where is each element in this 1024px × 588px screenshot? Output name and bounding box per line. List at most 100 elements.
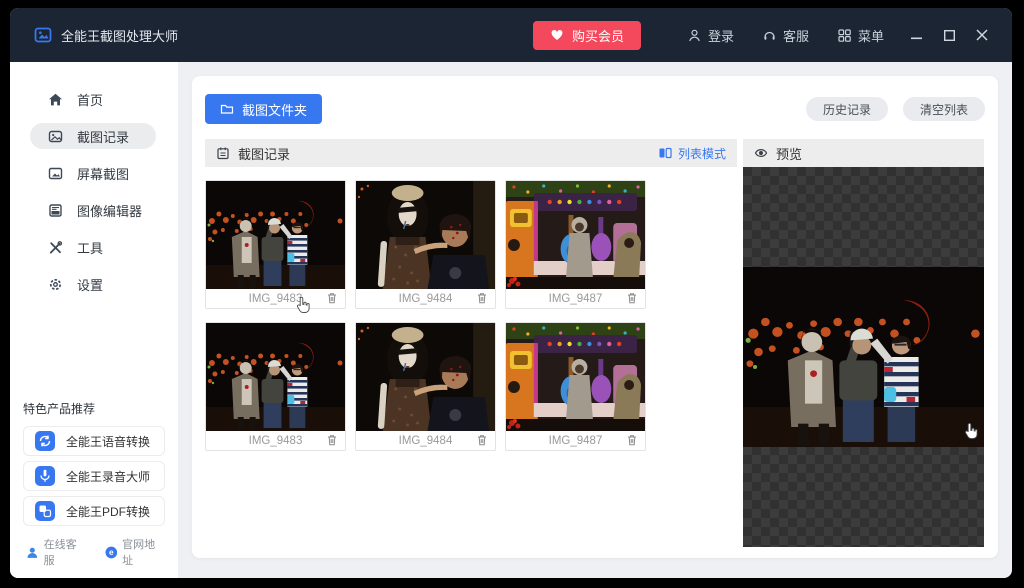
record-filename: IMG_9483: [249, 293, 303, 305]
sidebar-label-home: 首页: [77, 90, 103, 109]
browser-e-icon: e: [105, 546, 118, 559]
records-grid: IMG_9483: [205, 180, 737, 451]
delete-record-button[interactable]: [475, 433, 489, 450]
promo-pdf-converter[interactable]: 全能王PDF转换: [23, 496, 165, 526]
website-link[interactable]: e 官网地址: [105, 536, 166, 568]
record-card[interactable]: IMG_9487: [505, 322, 646, 451]
records-section: 截图记录 列表模式: [205, 139, 737, 547]
promo-recorder-label: 全能王录音大师: [66, 468, 150, 485]
buy-membership-button[interactable]: 购买会员: [533, 21, 641, 50]
toolbar-right: 历史记录 清空列表: [806, 97, 985, 121]
microphone-icon: [35, 466, 55, 486]
promo-title: 特色产品推荐: [23, 400, 165, 417]
promo-pdf-converter-label: 全能王PDF转换: [66, 503, 150, 520]
image-record-icon: [48, 129, 63, 144]
heart-icon: [550, 28, 564, 42]
delete-record-button[interactable]: [625, 433, 639, 450]
promo-voice-converter[interactable]: 全能王语音转换: [23, 426, 165, 456]
titlebar-links: 登录 客服 菜单: [687, 26, 884, 45]
list-mode-label: 列表模式: [678, 145, 726, 162]
titlebar: 全能王截图处理大师 购买会员 登录 客服: [10, 8, 1012, 62]
sidebar-item-home[interactable]: 首页: [30, 86, 156, 112]
sidebar: 首页 截图记录 屏幕截图: [10, 62, 178, 578]
content-panel: 截图文件夹 历史记录 清空列表: [192, 76, 998, 558]
image-editor-icon: [48, 203, 63, 218]
promo-voice-converter-label: 全能王语音转换: [66, 433, 150, 450]
sidebar-item-settings[interactable]: 设置: [30, 271, 156, 297]
delete-record-button[interactable]: [325, 433, 339, 450]
support-button[interactable]: 客服: [762, 26, 809, 45]
record-label-row: IMG_9483: [206, 289, 345, 308]
record-thumbnail[interactable]: [356, 323, 495, 431]
record-card[interactable]: IMG_9487: [505, 180, 646, 309]
sidebar-footer: 在线客服 e 官网地址: [23, 531, 165, 570]
record-card[interactable]: IMG_9483: [205, 322, 346, 451]
record-thumbnail[interactable]: [506, 323, 645, 431]
grid-menu-icon: [837, 28, 852, 43]
record-card[interactable]: IMG_9483: [205, 180, 346, 309]
record-thumbnail[interactable]: [206, 323, 345, 431]
record-filename: IMG_9487: [549, 293, 603, 305]
record-card[interactable]: IMG_9484: [355, 322, 496, 451]
preview-header: 预览: [743, 139, 984, 167]
sidebar-item-screenshot-records[interactable]: 截图记录: [30, 123, 156, 149]
record-thumbnail[interactable]: [206, 181, 345, 289]
record-thumbnail[interactable]: [506, 181, 645, 289]
sidebar-label-screen-capture: 屏幕截图: [77, 164, 129, 183]
trash-icon: [475, 291, 489, 305]
content-area: 截图文件夹 历史记录 清空列表: [178, 62, 1012, 578]
history-button[interactable]: 历史记录: [806, 97, 888, 121]
delete-record-button[interactable]: [475, 291, 489, 308]
record-filename: IMG_9483: [249, 435, 303, 447]
delete-record-button[interactable]: [625, 291, 639, 308]
login-button[interactable]: 登录: [687, 26, 734, 45]
minimize-icon: [910, 29, 923, 42]
preview-section: 预览: [743, 139, 984, 547]
headset-icon: [762, 28, 777, 43]
record-filename: IMG_9484: [399, 293, 453, 305]
sidebar-item-tools[interactable]: 工具: [30, 234, 156, 260]
record-label-row: IMG_9487: [506, 289, 645, 308]
online-service-link[interactable]: 在线客服: [26, 536, 87, 568]
user-icon: [687, 28, 702, 43]
screenshot-folder-button[interactable]: 截图文件夹: [205, 94, 322, 124]
home-icon: [48, 92, 63, 107]
sidebar-item-image-editor[interactable]: 图像编辑器: [30, 197, 156, 223]
screen-capture-icon: [48, 166, 63, 181]
panel-columns: 截图记录 列表模式: [205, 139, 985, 547]
delete-record-button[interactable]: [325, 291, 339, 308]
record-filename: IMG_9484: [399, 435, 453, 447]
trash-icon: [625, 433, 639, 447]
minimize-button[interactable]: [906, 25, 926, 45]
menu-button[interactable]: 菜单: [837, 26, 884, 45]
list-mode-icon: [658, 146, 672, 160]
close-button[interactable]: [972, 25, 992, 45]
website-label: 官网地址: [122, 536, 165, 568]
buy-membership-label: 购买会员: [572, 26, 624, 45]
records-header: 截图记录 列表模式: [205, 139, 737, 167]
record-label-row: IMG_9487: [506, 431, 645, 450]
sidebar-item-screen-capture[interactable]: 屏幕截图: [30, 160, 156, 186]
record-label-row: IMG_9484: [356, 289, 495, 308]
sidebar-label-screenshot-records: 截图记录: [77, 127, 129, 146]
promo-section: 特色产品推荐 全能王语音转换 全能王录音大师: [10, 400, 178, 578]
svg-text:e: e: [109, 548, 114, 557]
list-mode-toggle[interactable]: 列表模式: [658, 145, 726, 162]
toolbar: 截图文件夹 历史记录 清空列表: [205, 94, 985, 124]
clear-list-button[interactable]: 清空列表: [903, 97, 985, 121]
sidebar-label-image-editor: 图像编辑器: [77, 201, 142, 220]
app-window: 全能王截图处理大师 购买会员 登录 客服: [10, 8, 1012, 578]
promo-recorder[interactable]: 全能王录音大师: [23, 461, 165, 491]
trash-icon: [325, 433, 339, 447]
record-thumbnail[interactable]: [356, 181, 495, 289]
records-icon: [216, 146, 230, 160]
record-label-row: IMG_9483: [206, 431, 345, 450]
records-title: 截图记录: [238, 144, 290, 163]
record-card[interactable]: IMG_9484: [355, 180, 496, 309]
maximize-button[interactable]: [939, 25, 959, 45]
trash-icon: [475, 433, 489, 447]
main-area: 首页 截图记录 屏幕截图: [10, 62, 1012, 578]
preview-canvas: [743, 167, 984, 547]
screenshot-folder-label: 截图文件夹: [242, 100, 307, 119]
trash-icon: [325, 291, 339, 305]
